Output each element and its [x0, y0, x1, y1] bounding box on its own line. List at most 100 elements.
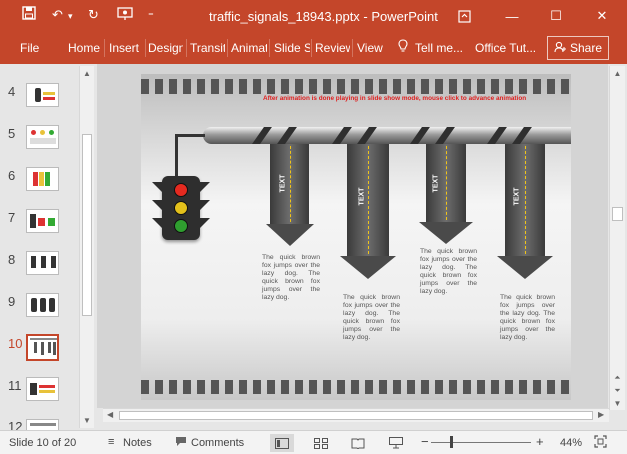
body-text-4[interactable]: The quick brown fox jumps over the lazy …	[500, 294, 555, 342]
slide-thumbnail[interactable]	[26, 377, 59, 401]
scroll-up-arrow-icon[interactable]: ▲	[610, 69, 625, 78]
slide-thumbnail[interactable]	[26, 83, 59, 107]
thumbnail-number: 7	[8, 210, 16, 225]
account-name[interactable]: Office Tut...	[475, 41, 536, 55]
arrow-label-3: TEXT	[432, 174, 440, 193]
comments-icon[interactable]	[175, 436, 187, 450]
yellow-lamp	[174, 201, 188, 215]
slide-show-view-icon[interactable]	[384, 434, 408, 452]
signal-wire	[175, 134, 178, 178]
bottom-road-stripes	[141, 380, 571, 394]
body-text-2[interactable]: The quick brown fox jumps over the lazy …	[343, 294, 400, 342]
present-from-beginning-icon[interactable]	[117, 7, 133, 24]
slide-thumbnail[interactable]	[26, 419, 59, 430]
tab-review[interactable]: Review	[315, 41, 350, 55]
slide-10[interactable]: After animation is done playing in slide…	[141, 74, 571, 400]
minimize-button[interactable]: —	[502, 6, 522, 26]
scroll-up-arrow-icon[interactable]: ▲	[80, 69, 94, 78]
slide-thumbnail[interactable]	[26, 251, 59, 275]
tab-slide-show[interactable]: Slide Show	[274, 41, 310, 55]
slide-thumbnail[interactable]	[26, 293, 59, 317]
thumbnail-scrollbar[interactable]: ▲ ▼	[79, 66, 94, 428]
comments-button[interactable]: Comments	[191, 437, 244, 449]
thumbnail-number: 4	[8, 84, 16, 99]
canvas-horizontal-scrollbar[interactable]: ◀ ▶	[103, 408, 609, 422]
redo-icon[interactable]: ↻	[88, 7, 99, 23]
zoom-slider-handle[interactable]	[450, 436, 453, 448]
tab-design[interactable]: Design	[148, 41, 183, 55]
scroll-down-arrow-icon[interactable]: ▼	[80, 416, 94, 425]
slide-thumbnail[interactable]	[26, 209, 59, 233]
zoom-out-button[interactable]: −	[421, 434, 429, 449]
window-title: traffic_signals_18943.pptx - PowerPoint	[209, 9, 438, 24]
horizontal-pole	[203, 127, 571, 144]
tab-view[interactable]: View	[357, 41, 383, 55]
thumbnail-number: 5	[8, 126, 16, 141]
tab-file[interactable]: File	[20, 41, 39, 55]
thumbnail-number-active: 10	[8, 336, 23, 351]
green-lamp	[174, 219, 188, 233]
slide-thumbnail[interactable]	[26, 167, 59, 191]
scroll-down-arrow-icon[interactable]: ▼	[610, 399, 625, 408]
scrollbar-thumb[interactable]	[119, 411, 593, 420]
scroll-right-arrow-icon[interactable]: ▶	[598, 410, 604, 419]
slide-thumbnail-active[interactable]	[26, 334, 59, 361]
tab-separator	[186, 39, 187, 57]
ribbon-tabs: File Home Insert Design Transitions Anim…	[0, 32, 627, 64]
tab-separator	[145, 39, 146, 57]
arrow-label-2: TEXT	[358, 187, 366, 206]
red-lamp	[174, 183, 188, 197]
reading-view-icon[interactable]	[346, 434, 370, 452]
slide-thumbnail[interactable]	[26, 125, 59, 149]
body-text-1[interactable]: The quick brown fox jumps over the lazy …	[262, 254, 320, 302]
customize-toolbar-icon[interactable]: ⁼	[148, 9, 154, 22]
road-arrow-1	[270, 144, 309, 224]
tab-home[interactable]: Home	[68, 41, 102, 55]
next-slide-icon[interactable]: ⏷	[610, 386, 625, 396]
status-bar: Slide 10 of 20 ≡ Notes Comments − + 44%	[0, 430, 627, 454]
tab-separator	[311, 39, 312, 57]
ribbon-display-options-icon[interactable]	[454, 6, 474, 26]
scrollbar-thumb[interactable]	[612, 207, 623, 221]
canvas-vertical-scrollbar[interactable]: ▲ ⏶ ⏷ ▼	[609, 66, 625, 410]
notes-button[interactable]: Notes	[123, 437, 152, 449]
body-text-3[interactable]: The quick brown fox jumps over the lazy …	[420, 248, 477, 296]
scrollbar-thumb[interactable]	[82, 134, 92, 316]
person-icon	[554, 41, 566, 56]
tab-transitions[interactable]: Transitions	[190, 41, 225, 55]
top-road-stripes	[141, 79, 571, 94]
road-arrow-2-head	[340, 256, 396, 279]
road-arrow-2	[347, 144, 389, 256]
scroll-left-arrow-icon[interactable]: ◀	[107, 410, 113, 419]
notes-icon[interactable]: ≡	[108, 436, 114, 448]
normal-view-icon[interactable]	[270, 434, 294, 452]
slide-counter: Slide 10 of 20	[9, 437, 77, 449]
thumbnail-number: 8	[8, 252, 16, 267]
previous-slide-icon[interactable]: ⏶	[610, 373, 625, 383]
road-arrow-4	[505, 144, 545, 256]
road-arrow-3-head	[419, 222, 473, 244]
zoom-slider[interactable]	[431, 442, 531, 443]
tab-animations[interactable]: Animations	[231, 41, 267, 55]
chevron-down-icon[interactable]: ▾	[68, 11, 73, 22]
undo-icon[interactable]: ↶	[52, 7, 63, 23]
traffic-light-icon	[152, 176, 210, 240]
tab-separator	[104, 39, 105, 57]
fit-slide-to-window-icon[interactable]	[594, 435, 607, 451]
zoom-level[interactable]: 44%	[560, 437, 582, 449]
tab-insert[interactable]: Insert	[109, 41, 143, 55]
tell-me-search[interactable]: Tell me...	[415, 41, 463, 55]
thumbnail-number: 9	[8, 294, 16, 309]
save-icon[interactable]	[22, 6, 36, 23]
close-button[interactable]: ✕	[592, 6, 612, 26]
thumbnail-number: 11	[8, 378, 22, 393]
tab-separator	[227, 39, 228, 57]
road-arrow-1-head	[266, 224, 314, 246]
slide-sorter-view-icon[interactable]	[309, 434, 333, 452]
maximize-button[interactable]: ☐	[546, 6, 566, 26]
share-button[interactable]: Share	[547, 36, 609, 60]
zoom-in-button[interactable]: +	[536, 434, 544, 449]
lightbulb-icon[interactable]	[398, 39, 408, 56]
animation-note: After animation is done playing in slide…	[263, 95, 527, 102]
share-label: Share	[569, 41, 603, 55]
